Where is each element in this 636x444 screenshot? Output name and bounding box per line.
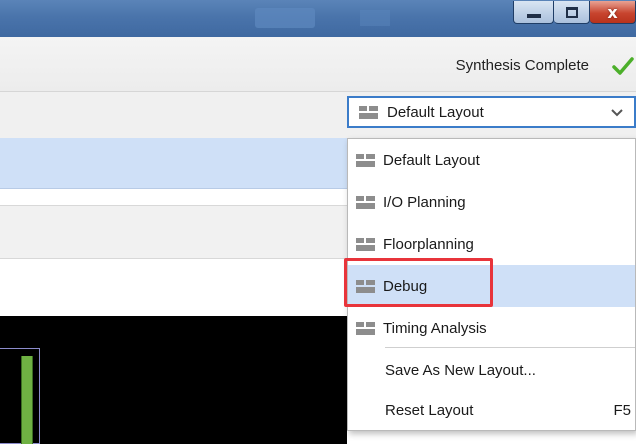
- title-bar-blurred-content: [255, 8, 315, 28]
- title-bar-blurred-content: [360, 10, 390, 26]
- panel-header: [0, 205, 347, 259]
- title-bar: x: [0, 0, 636, 37]
- layout-select-value: Default Layout: [387, 103, 484, 121]
- menu-item-label: Default Layout: [383, 151, 480, 169]
- menu-item-save-as-new-layout[interactable]: Save As New Layout...: [348, 349, 635, 391]
- device-region-outline: [0, 348, 40, 444]
- layout-toolbar: Default Layout: [0, 92, 636, 138]
- layout-icon: [356, 153, 375, 167]
- minimize-icon: [526, 14, 541, 18]
- close-button[interactable]: x: [590, 1, 636, 24]
- panel-body: [0, 259, 347, 314]
- minimize-button[interactable]: [513, 1, 554, 24]
- status-text: Synthesis Complete: [455, 57, 589, 74]
- menu-item-reset-layout[interactable]: Reset Layout F5: [348, 389, 635, 431]
- device-view[interactable]: [0, 316, 347, 444]
- layout-icon: [359, 105, 378, 119]
- layout-icon: [356, 195, 375, 209]
- chevron-down-icon[interactable]: [610, 106, 624, 120]
- menu-item-label: Timing Analysis: [383, 319, 487, 337]
- status-bar: Synthesis Complete: [0, 37, 636, 92]
- selected-row-band: [0, 138, 347, 189]
- menu-item-timing-analysis[interactable]: Timing Analysis: [348, 307, 635, 349]
- menu-item-label: Reset Layout: [385, 401, 474, 419]
- vivado-window: x Synthesis Complete Default Layout Defa…: [0, 0, 636, 444]
- menu-item-label: I/O Planning: [383, 193, 466, 211]
- layout-icon: [356, 237, 375, 251]
- close-icon: x: [607, 3, 618, 22]
- menu-item-shortcut: F5: [613, 401, 631, 419]
- menu-item-label: Save As New Layout...: [385, 361, 536, 379]
- menu-item-io-planning[interactable]: I/O Planning: [348, 181, 635, 223]
- check-icon: [612, 57, 634, 75]
- menu-item-default-layout[interactable]: Default Layout: [348, 139, 635, 181]
- maximize-icon: [565, 6, 578, 18]
- menu-separator: [385, 347, 635, 348]
- debug-highlight-annotation: [344, 258, 493, 307]
- maximize-button[interactable]: [554, 1, 590, 24]
- layout-icon: [356, 321, 375, 335]
- device-column-bar: [21, 356, 33, 444]
- menu-item-label: Floorplanning: [383, 235, 474, 253]
- layout-select[interactable]: Default Layout: [347, 96, 636, 128]
